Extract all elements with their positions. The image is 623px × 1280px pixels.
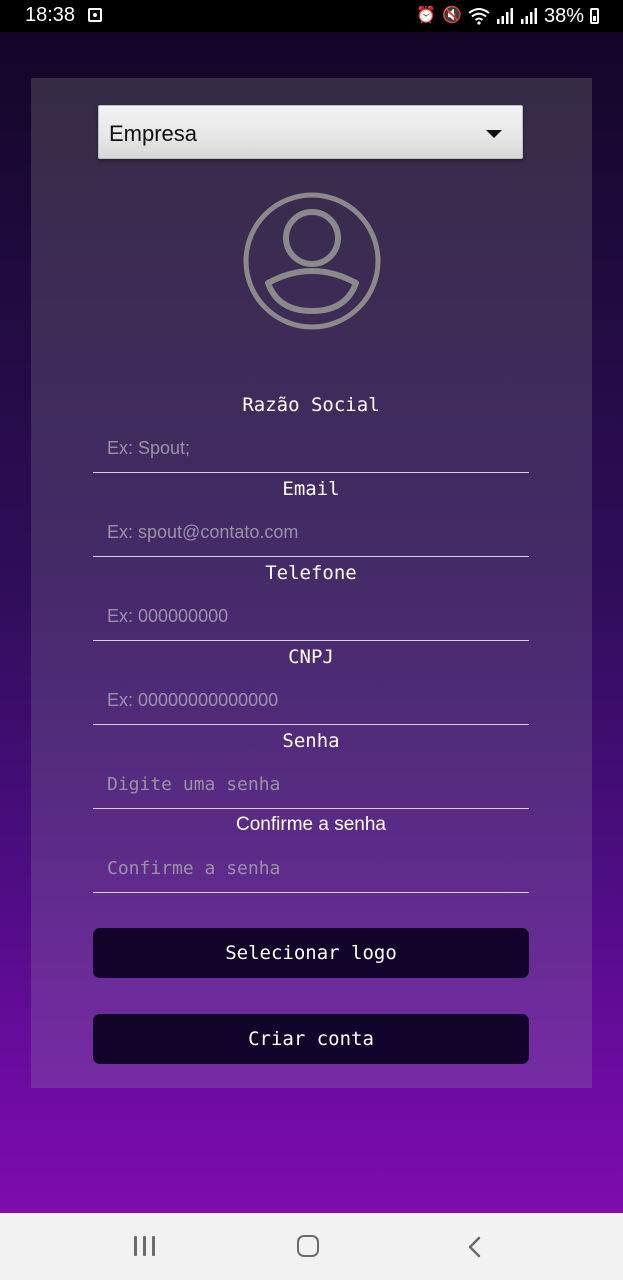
senha-label: Senha xyxy=(282,730,340,752)
select-logo-button[interactable]: Selecionar logo xyxy=(93,928,529,978)
account-type-value: Empresa xyxy=(109,121,198,146)
battery-percent: 38% xyxy=(543,4,584,27)
create-account-button[interactable]: Criar conta xyxy=(93,1014,529,1064)
home-icon[interactable] xyxy=(297,1235,319,1257)
razao-social-input[interactable] xyxy=(93,433,529,473)
signup-card: Empresa Razão Social Email Telefone CNPJ… xyxy=(31,78,592,1088)
cnpj-label: CNPJ xyxy=(288,646,334,668)
mute-icon: 🔇 xyxy=(442,7,462,24)
wifi-icon xyxy=(468,8,490,25)
confirm-password-input[interactable] xyxy=(93,853,529,893)
status-time: 18:38 xyxy=(25,4,76,26)
recent-apps-icon[interactable] xyxy=(134,1236,158,1256)
signal-icon xyxy=(496,8,513,24)
back-icon[interactable] xyxy=(464,1235,488,1259)
password-input[interactable] xyxy=(93,769,529,809)
account-type-dropdown[interactable]: Empresa xyxy=(98,105,523,159)
email-field[interactable] xyxy=(93,517,529,557)
telefone-label: Telefone xyxy=(265,562,357,584)
notification-app-icon xyxy=(88,8,102,22)
alarm-icon: ⏰ xyxy=(416,7,437,24)
email-label: Email xyxy=(282,478,340,500)
confirm-password-label: Confirme a senha xyxy=(236,814,386,835)
cnpj-input[interactable] xyxy=(93,685,529,725)
telefone-input[interactable] xyxy=(93,601,529,641)
status-bar: 18:38 ⏰ 🔇 38% xyxy=(0,0,623,32)
android-nav-bar xyxy=(0,1213,623,1280)
signal-icon xyxy=(520,8,537,24)
app-background: Empresa Razão Social Email Telefone CNPJ… xyxy=(0,32,623,1213)
status-icons: ⏰ 🔇 38% xyxy=(416,4,599,28)
chevron-down-icon xyxy=(486,130,502,138)
razao-social-label: Razão Social xyxy=(242,394,380,416)
user-avatar-icon[interactable] xyxy=(242,191,382,331)
battery-icon xyxy=(590,8,599,24)
